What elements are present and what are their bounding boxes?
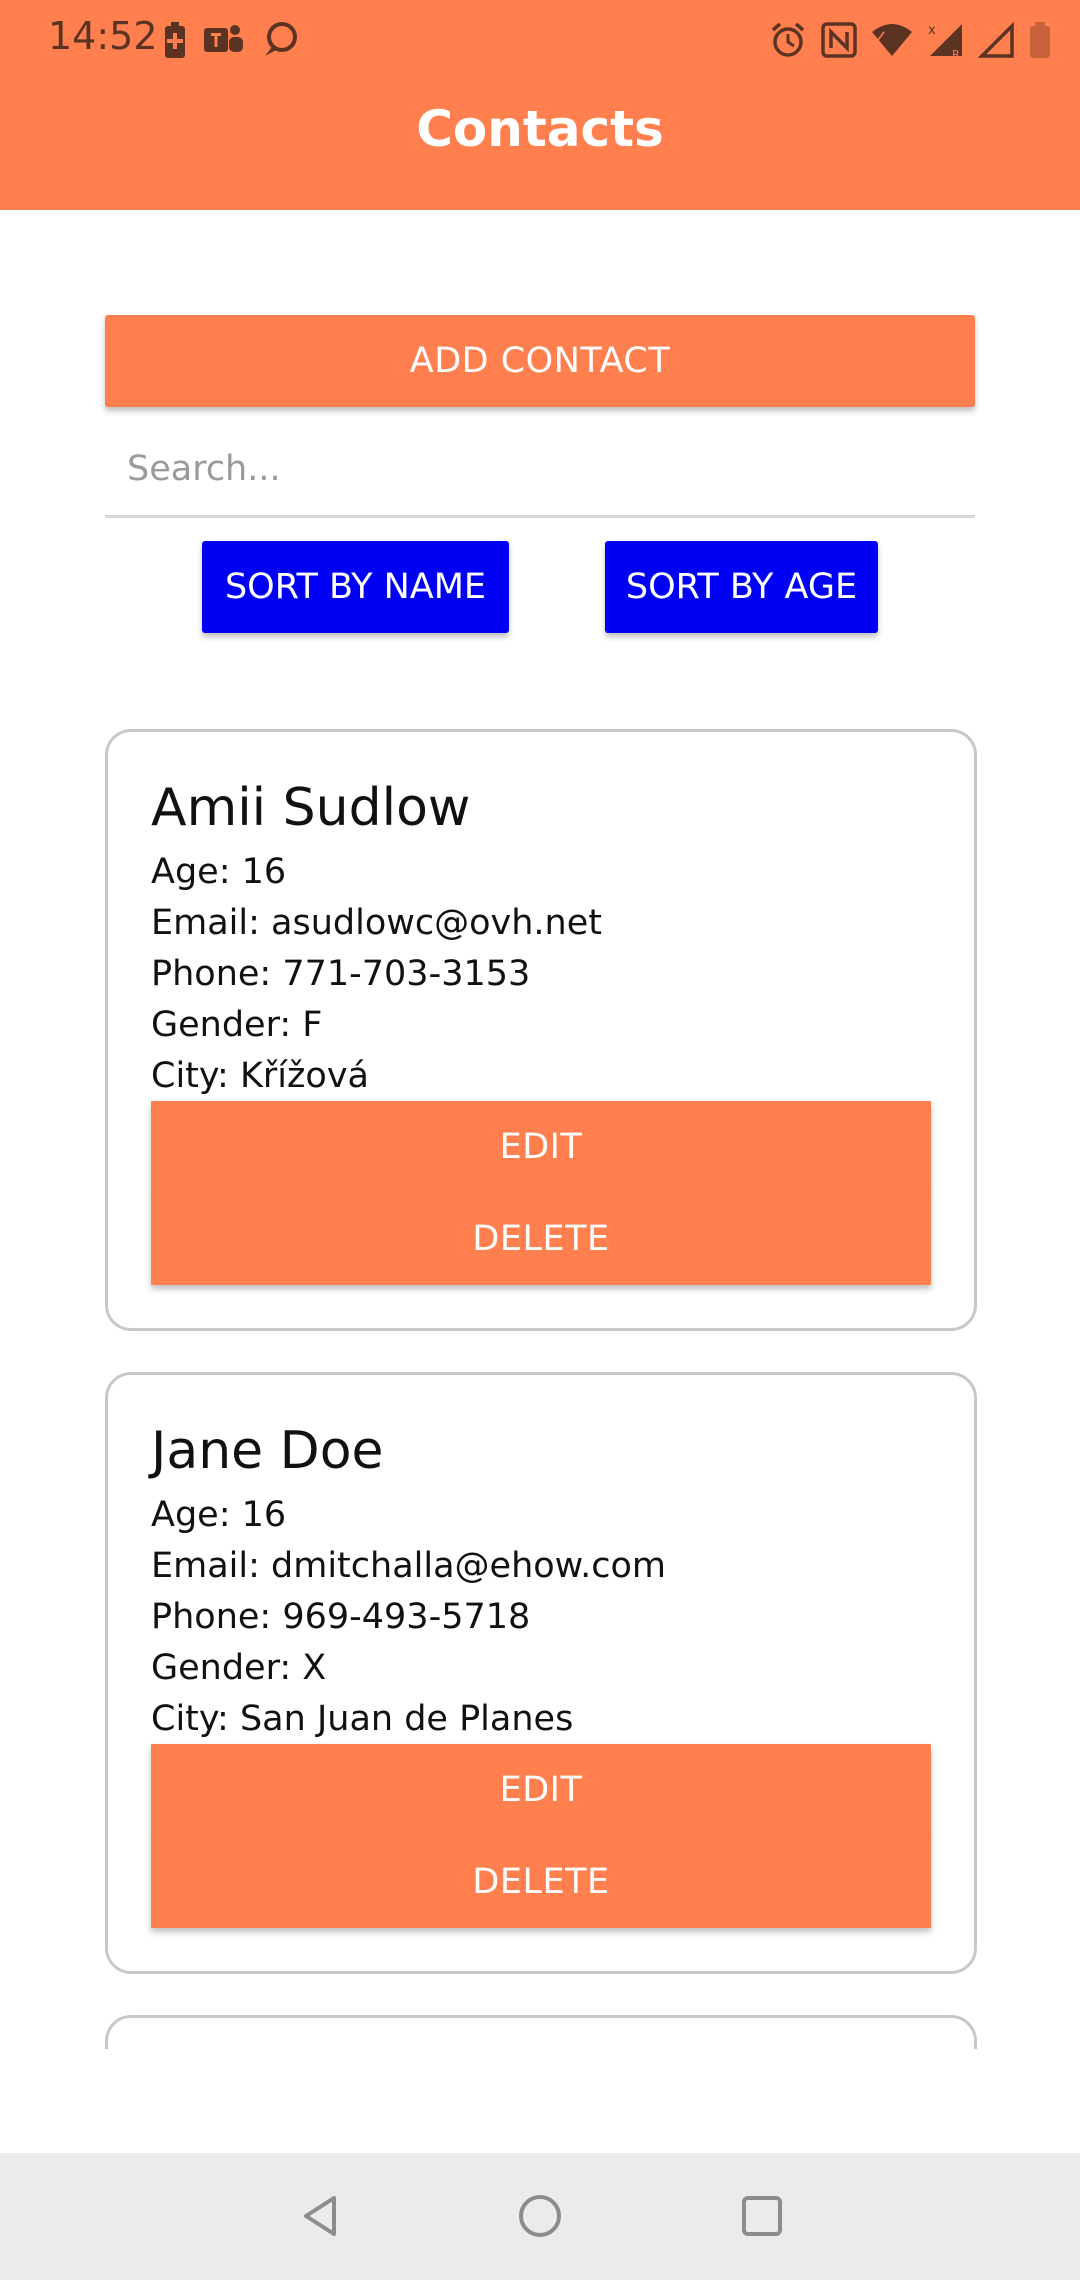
contact-gender: Gender: X — [151, 1648, 327, 1688]
delete-button[interactable]: DELETE — [151, 1193, 931, 1285]
back-icon[interactable] — [285, 2181, 355, 2251]
recents-icon[interactable] — [727, 2181, 797, 2251]
signal-roaming-icon: x R — [926, 20, 966, 60]
contact-phone: Phone: 969-493-5718 — [151, 1597, 531, 1637]
svg-text:R: R — [952, 48, 960, 60]
battery-icon — [1028, 20, 1052, 60]
navigation-bar — [0, 2153, 1080, 2280]
status-bar: 14:52 x R — [0, 0, 1080, 80]
contact-name: Jane Doe — [151, 1421, 384, 1481]
edit-button[interactable]: EDIT — [151, 1101, 931, 1193]
status-time: 14:52 — [48, 14, 158, 58]
nfc-icon — [820, 20, 858, 60]
contact-age: Age: 16 — [151, 1495, 287, 1535]
contact-list-clip — [105, 2015, 977, 2049]
contact-name: Amii Sudlow — [151, 778, 471, 838]
battery-saver-icon — [162, 20, 188, 60]
svg-text:x: x — [928, 23, 936, 38]
status-right-icons: x R — [768, 16, 1052, 64]
app-header: 14:52 x R Contacts — [0, 0, 1080, 210]
search-input[interactable] — [125, 438, 959, 500]
wifi-icon — [870, 20, 914, 60]
contact-email: Email: dmitchalla@ehow.com — [151, 1546, 666, 1586]
delete-button[interactable]: DELETE — [151, 1836, 931, 1928]
edit-button[interactable]: EDIT — [151, 1744, 931, 1836]
sort-by-name-button[interactable]: SORT BY NAME — [202, 541, 509, 633]
contact-city: City: Křížová — [151, 1056, 369, 1096]
contact-age: Age: 16 — [151, 852, 287, 892]
sort-by-age-button[interactable]: SORT BY AGE — [605, 541, 878, 633]
contact-gender: Gender: F — [151, 1005, 323, 1045]
contact-card: Amii Sudlow Age: 16 Email: asudlowc@ovh.… — [105, 729, 977, 1331]
page-title: Contacts — [416, 100, 664, 158]
home-icon[interactable] — [505, 2181, 575, 2251]
chat-bubble-icon — [260, 20, 300, 60]
add-contact-button[interactable]: ADD CONTACT — [105, 315, 975, 407]
contact-card-partial — [105, 2015, 977, 2049]
teams-icon — [202, 20, 246, 60]
contact-card: Jane Doe Age: 16 Email: dmitchalla@ehow.… — [105, 1372, 977, 1974]
search-bar — [105, 420, 975, 518]
contact-email: Email: asudlowc@ovh.net — [151, 903, 602, 943]
status-left-icons — [162, 16, 300, 64]
contact-city: City: San Juan de Planes — [151, 1699, 574, 1739]
alarm-icon — [768, 20, 808, 60]
contact-phone: Phone: 771-703-3153 — [151, 954, 531, 994]
signal-icon — [978, 20, 1016, 60]
